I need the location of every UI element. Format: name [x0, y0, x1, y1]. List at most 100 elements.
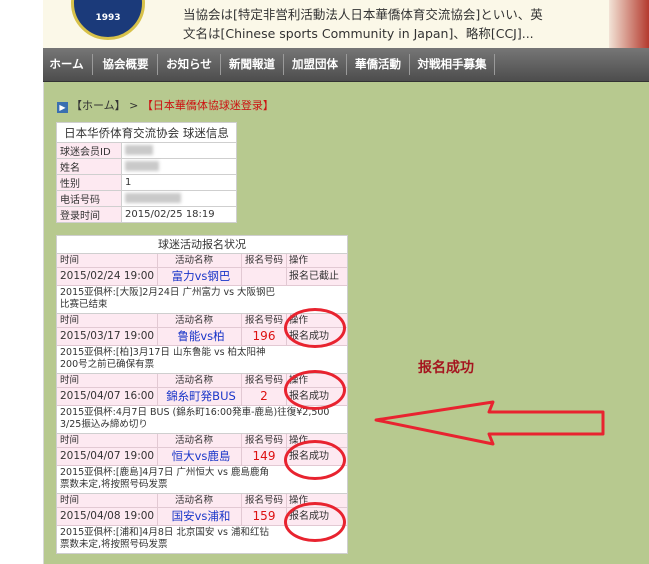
member-info-table: 日本华侨体育交流协会 球迷信息 球迷会员ID 姓名 性别 1 电话号码 登录时间…	[56, 122, 237, 223]
col-divider	[157, 494, 158, 507]
breadcrumb-home-link[interactable]: 【ホーム】	[71, 99, 126, 112]
breadcrumb: ▶ 【ホーム】 > 【日本華僑体協球迷登录】	[57, 97, 274, 113]
header-line-1: 当協会は[特定非営利活動法人日本華僑体育交流協会]といい、英	[183, 7, 543, 22]
col-divider	[157, 268, 158, 285]
event-number: 196	[252, 329, 276, 343]
event-number: 2	[260, 389, 268, 403]
association-logo[interactable]: 1993	[71, 0, 145, 40]
col-time-header: 时间	[60, 255, 80, 266]
member-id-label: 球迷会员ID	[56, 142, 122, 159]
col-divider	[157, 254, 158, 267]
col-name-header: 活动名称	[175, 435, 214, 446]
member-login-label: 登录时间	[56, 206, 122, 223]
event-note: 2015亚俱杯:4月7日 BUS (錦糸町16:00発車-鹿島)往復¥2,500…	[57, 406, 347, 434]
member-phone-label: 电话号码	[56, 190, 122, 207]
col-name-header: 活动名称	[175, 315, 214, 326]
col-divider	[241, 388, 242, 405]
col-divider	[157, 434, 158, 447]
nav-activities[interactable]: 華僑活動	[347, 48, 409, 81]
col-divider	[157, 314, 158, 327]
redacted-value	[125, 161, 159, 171]
col-divider	[241, 494, 242, 507]
member-name-label: 姓名	[56, 158, 122, 175]
left-blank-strip	[0, 0, 44, 564]
arrow-right-icon: ▶	[57, 102, 68, 113]
member-info-title: 日本华侨体育交流协会 球迷信息	[56, 122, 237, 143]
col-divider	[286, 254, 287, 267]
col-number-header: 报名号码	[245, 435, 284, 446]
col-number-header: 报名号码	[245, 375, 284, 386]
col-name-header: 活动名称	[175, 375, 214, 386]
nav-about[interactable]: 協会概要	[94, 48, 157, 81]
member-id-value	[121, 142, 237, 159]
col-op-header: 操作	[289, 255, 309, 266]
member-phone-value	[121, 190, 237, 207]
event-note-line-1: 2015亚俱杯:[大阪]2月24日 广州富力 vs 大阪钢巴	[60, 287, 276, 298]
highlight-circle	[284, 370, 346, 410]
header-line-2: 文名は[Chinese sports Community in Japan]、略…	[183, 26, 534, 41]
arrow-shape	[374, 400, 605, 446]
event-name-link[interactable]: 鲁能vs柏	[165, 328, 237, 345]
col-divider	[157, 388, 158, 405]
event-name-link[interactable]: 国安vs浦和	[165, 508, 237, 525]
nav-home[interactable]: ホーム	[43, 48, 90, 81]
redacted-value	[125, 193, 181, 203]
event-note-line-2: 200号之前已确保有票	[60, 359, 155, 370]
event-note-line-2: 票数未定,将按照号码发票	[60, 479, 168, 490]
registration-title: 球迷活动报名状况	[57, 236, 347, 254]
member-login-value: 2015/02/25 18:19	[121, 206, 237, 223]
event-name-link[interactable]: 錦糸町発BUS	[165, 388, 237, 405]
col-divider	[241, 448, 242, 465]
event-note-line-1: 2015亚俱杯:4月7日 BUS (錦糸町16:00発車-鹿島)往復¥2,500	[60, 407, 330, 418]
event-note-line-2: 3/25振込み締め切り	[60, 419, 148, 430]
annotation-label: 报名成功	[418, 360, 474, 376]
redacted-value	[125, 145, 153, 155]
col-divider	[241, 374, 242, 387]
col-number-header: 报名号码	[245, 255, 284, 266]
page: 1993 当協会は[特定非営利活動法人日本華僑体育交流協会]といい、英 文名は[…	[43, 0, 649, 564]
col-time-header: 时间	[60, 315, 80, 326]
event-number: 159	[252, 509, 276, 523]
event-name-link[interactable]: 富力vs钢巴	[165, 268, 237, 285]
event-note: 2015亚俱杯:[柏]3月17日 山东鲁能 vs 柏太阳神 200号之前已确保有…	[57, 346, 347, 374]
highlight-circle	[284, 502, 346, 542]
col-time-header: 时间	[60, 495, 80, 506]
event-name-link[interactable]: 恒大vs鹿島	[165, 448, 237, 465]
logo-year: 1993	[95, 13, 121, 23]
event-time: 2015/04/07 16:00	[60, 390, 155, 402]
col-name-header: 活动名称	[175, 255, 214, 266]
nav-members[interactable]: 加盟団体	[284, 48, 346, 81]
highlight-circle	[284, 308, 346, 348]
event-row: 2015/02/24 19:00 富力vs钢巴 报名已截止	[57, 268, 347, 286]
member-gender-label: 性别	[56, 174, 122, 191]
nav-opponents[interactable]: 対戦相手募集	[410, 48, 494, 81]
col-divider	[241, 434, 242, 447]
highlight-circle	[284, 440, 346, 480]
main-nav: ホーム 協会概要 お知らせ 新聞報道 加盟団体 華僑活動 対戦相手募集	[43, 48, 649, 82]
event-note-line-2: 票数未定,将按照号码发票	[60, 539, 168, 550]
col-time-header: 时间	[60, 375, 80, 386]
breadcrumb-separator: >	[129, 99, 139, 112]
col-divider	[157, 448, 158, 465]
col-number-header: 报名号码	[245, 495, 284, 506]
site-header: 1993 当協会は[特定非営利活動法人日本華僑体育交流協会]といい、英 文名は[…	[43, 0, 649, 48]
nav-divider	[92, 54, 93, 75]
header-photo	[609, 0, 649, 48]
nav-news[interactable]: お知らせ	[158, 48, 220, 81]
member-name-value	[121, 158, 237, 175]
event-time: 2015/04/07 19:00	[60, 450, 155, 462]
col-name-header: 活动名称	[175, 495, 214, 506]
nav-divider	[494, 54, 495, 75]
event-status: 报名已截止	[289, 271, 339, 282]
event-time: 2015/04/08 19:00	[60, 510, 155, 522]
col-divider	[241, 314, 242, 327]
col-divider	[241, 254, 242, 267]
event-time: 2015/02/24 19:00	[60, 270, 155, 282]
col-number-header: 报名号码	[245, 315, 284, 326]
nav-press[interactable]: 新聞報道	[221, 48, 283, 81]
col-divider	[286, 434, 287, 447]
col-time-header: 时间	[60, 435, 80, 446]
col-divider	[157, 328, 158, 345]
event-note-line-1: 2015亚俱杯:[柏]3月17日 山东鲁能 vs 柏太阳神	[60, 347, 266, 358]
col-divider	[241, 328, 242, 345]
